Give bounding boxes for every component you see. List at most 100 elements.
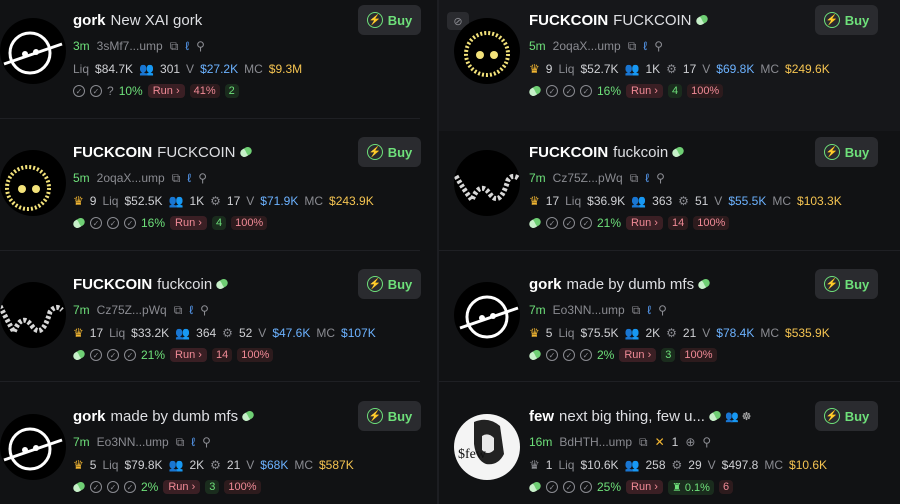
token-avatar xyxy=(454,18,520,84)
token-card[interactable]: ⊘ FUCKCOIN FUCKCOIN 5m 2oqaX...ump ⧉ ℓ ⚲ ♛ 9 Li… xyxy=(439,0,900,131)
vol-label: V xyxy=(186,62,195,76)
crown-count: 9 xyxy=(545,62,553,76)
holders-percent: 25% xyxy=(597,480,622,494)
copy-icon[interactable]: ⧉ xyxy=(628,39,637,54)
crown-icon: ♛ xyxy=(529,194,540,208)
search-icon[interactable]: ⚲ xyxy=(654,39,663,53)
token-name: FUCKCOIN xyxy=(613,11,692,29)
holders-icon: 👥 xyxy=(624,458,640,472)
pump-icon[interactable]: ℓ xyxy=(185,39,189,53)
search-icon[interactable]: ⚲ xyxy=(198,171,207,185)
holders-count: 363 xyxy=(652,194,673,208)
mc-value: $10.6K xyxy=(789,458,828,472)
vol-label: V xyxy=(702,62,711,76)
check-icon: ✓ xyxy=(546,349,558,361)
run-badge[interactable]: Run › xyxy=(170,216,207,230)
run-badge[interactable]: Run › xyxy=(170,348,207,362)
check-icon: ✓ xyxy=(107,349,119,361)
pill-icon xyxy=(71,348,87,362)
token-card[interactable]: gork made by dumb mfs 7m Eo3NN...ump ⧉ ℓ ⚲ ♛ 5… xyxy=(0,396,437,504)
bot-icon: ⚙ xyxy=(666,62,677,76)
bot-count: 17 xyxy=(682,62,697,76)
token-ticker: gork xyxy=(73,11,106,29)
check-icon: ✓ xyxy=(580,481,592,493)
token-card[interactable]: $few few next big thing, few u... 👥 ☸ 16m Bd… xyxy=(439,396,900,504)
token-address: 3sMf7...ump xyxy=(96,39,163,53)
token-avatar xyxy=(0,282,66,348)
run-badge[interactable]: Run › xyxy=(619,348,657,362)
check-icon: ✓ xyxy=(124,349,136,361)
pump-icon[interactable]: ℓ xyxy=(189,303,193,317)
copy-icon[interactable]: ⧉ xyxy=(172,171,181,186)
search-icon[interactable]: ⚲ xyxy=(702,435,711,449)
token-avatar: $few xyxy=(454,414,520,480)
search-icon[interactable]: ⚲ xyxy=(200,303,209,317)
token-ticker: FUCKCOIN xyxy=(73,275,153,293)
bot-icon: ⚙ xyxy=(222,326,233,340)
search-icon[interactable]: ⚲ xyxy=(658,303,667,317)
mc-label: MC xyxy=(304,194,324,208)
pump-icon[interactable]: ℓ xyxy=(647,303,651,317)
run-badge[interactable]: Run › xyxy=(626,216,663,230)
token-age: 5m xyxy=(529,39,546,53)
pump-icon[interactable]: ℓ xyxy=(191,435,195,449)
buy-button[interactable]: ⚡ Buy xyxy=(358,5,421,35)
copy-icon[interactable]: ⧉ xyxy=(174,303,183,318)
buy-button[interactable]: ⚡ Buy xyxy=(358,401,421,431)
token-card[interactable]: gork made by dumb mfs 7m Eo3NN...ump ⧉ ℓ ⚲ ♛ 5… xyxy=(439,264,900,395)
pump-icon[interactable]: ℓ xyxy=(187,171,191,185)
runners-percent: 100% xyxy=(237,348,274,362)
run-badge[interactable]: Run › xyxy=(163,480,201,494)
token-card[interactable]: FUCKCOIN fuckcoin 7m Cz75Z...pWq ⧉ ℓ ⚲ ♛ 17 Liq… xyxy=(439,132,900,263)
run-badge[interactable]: Run › xyxy=(147,84,185,98)
token-age: 7m xyxy=(73,303,90,317)
buy-button[interactable]: ⚡ Buy xyxy=(815,137,878,167)
buy-button[interactable]: ⚡ Buy xyxy=(815,5,878,35)
run-badge[interactable]: Run › xyxy=(626,480,663,494)
search-icon[interactable]: ⚲ xyxy=(656,171,665,185)
check-icon: ✓ xyxy=(90,217,102,229)
copy-icon[interactable]: ⧉ xyxy=(176,435,185,450)
pump-icon[interactable]: ℓ xyxy=(645,171,649,185)
copy-icon[interactable]: ⧉ xyxy=(630,171,639,186)
liq-value: $36.9K xyxy=(587,194,626,208)
globe-icon[interactable]: ⊕ xyxy=(685,435,695,449)
token-name: made by dumb mfs xyxy=(110,407,239,425)
flags-count: 6 xyxy=(718,480,734,494)
check-icon: ✓ xyxy=(124,217,136,229)
token-age: 5m xyxy=(73,171,90,185)
crown-icon: ♛ xyxy=(529,62,540,76)
buy-button[interactable]: ⚡ Buy xyxy=(358,269,421,299)
token-card[interactable]: FUCKCOIN FUCKCOIN 5m 2oqaX...ump ⧉ ℓ ⚲ ♛ 9 Liq $… xyxy=(0,132,437,263)
dev-percent: 41% xyxy=(189,84,220,98)
token-ticker: gork xyxy=(529,275,562,293)
pill-icon xyxy=(238,145,253,159)
buy-button[interactable]: ⚡ Buy xyxy=(815,269,878,299)
pill-icon xyxy=(707,409,723,423)
token-card[interactable]: gork New XAI gork 3m 3sMf7...ump ⧉ ℓ ⚲ Liq $84… xyxy=(0,0,437,131)
search-icon[interactable]: ⚲ xyxy=(196,39,205,53)
run-badge[interactable]: Run › xyxy=(626,84,663,98)
bot-icon: ⚙ xyxy=(671,458,683,472)
token-age: 7m xyxy=(73,435,90,449)
pump-icon[interactable]: ℓ xyxy=(643,39,647,53)
copy-icon[interactable]: ⧉ xyxy=(170,39,179,54)
liq-value: $79.8K xyxy=(124,458,163,472)
vol-value: $68K xyxy=(260,458,289,472)
check-icon: ✓ xyxy=(124,481,136,493)
crown-icon: ♛ xyxy=(73,194,84,208)
runners-percent: 100% xyxy=(224,480,261,494)
buy-button[interactable]: ⚡ Buy xyxy=(815,401,878,431)
bot-icon: ⚙ xyxy=(666,326,677,340)
bot-count: 17 xyxy=(226,194,241,208)
buy-button[interactable]: ⚡ Buy xyxy=(358,137,421,167)
search-icon[interactable]: ⚲ xyxy=(202,435,211,449)
x-icon[interactable]: ✕ xyxy=(655,435,665,449)
copy-icon[interactable]: ⧉ xyxy=(632,303,641,318)
copy-icon[interactable]: ⧉ xyxy=(639,435,648,450)
token-avatar xyxy=(454,282,520,348)
token-card[interactable]: FUCKCOIN fuckcoin 7m Cz75Z...pWq ⧉ ℓ ⚲ ♛ 17 Liq… xyxy=(0,264,437,395)
holders-count: 2K xyxy=(189,458,205,472)
token-address: Eo3NN...ump xyxy=(96,435,169,449)
check-icon: ✓ xyxy=(563,349,575,361)
